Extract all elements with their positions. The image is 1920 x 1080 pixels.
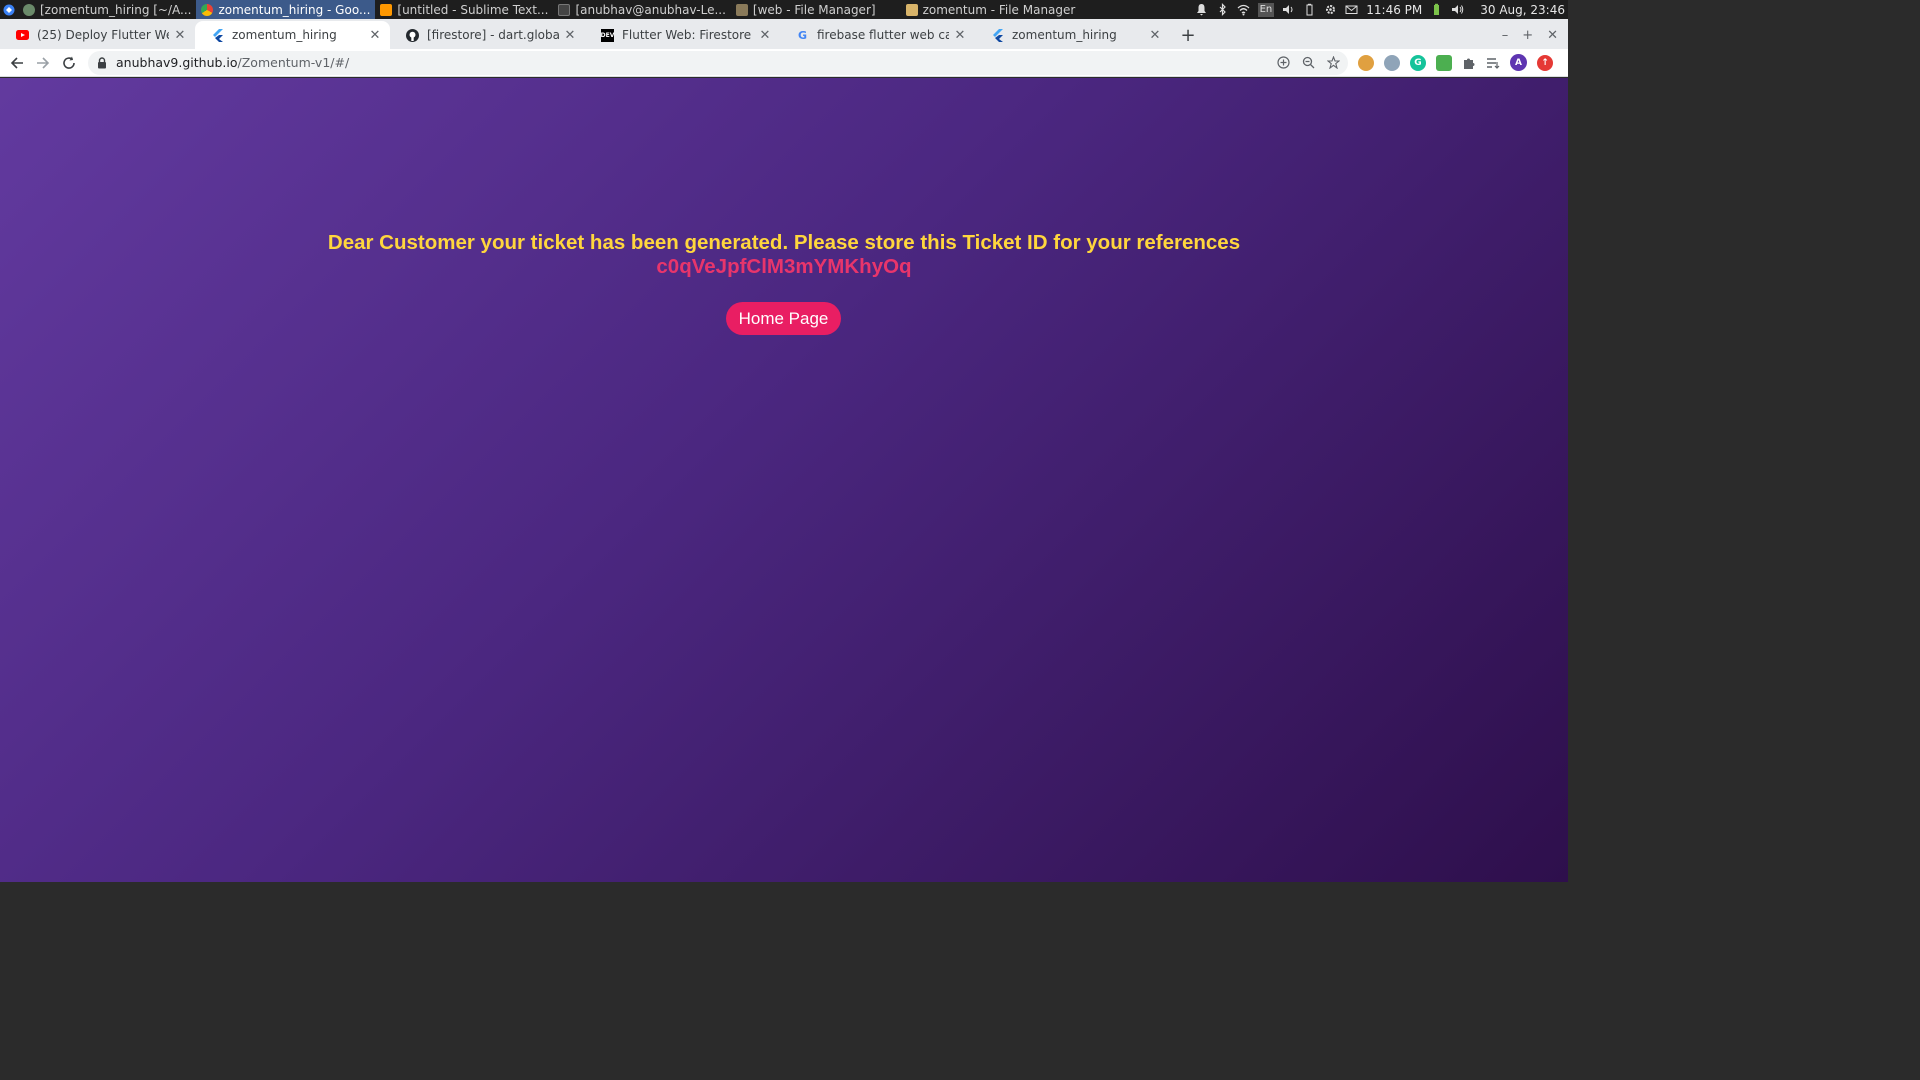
bookmark-star-icon[interactable] [1327,56,1340,69]
reading-list-icon[interactable] [1486,56,1500,70]
ticket-id: c0qVeJpfClM3mYMKhyOq [656,255,912,278]
bluetooth-icon[interactable] [1216,3,1229,16]
dev-icon: DEV [601,28,614,42]
new-tab-button[interactable]: + [1174,21,1202,49]
tab-title: [firestore] - dart.global.fire [427,28,559,42]
task-label: [web - File Manager] [752,2,876,17]
forward-button[interactable] [30,50,56,76]
folder-icon [905,3,918,16]
lock-icon[interactable] [96,56,108,69]
wifi-icon[interactable] [1237,3,1250,16]
github-icon [406,28,419,42]
taskbar-task[interactable]: [anubhav@anubhav-Le... [553,0,730,19]
puzzle-extensions-icon[interactable] [1462,56,1476,70]
tab-title: Flutter Web: Firestore CRU [622,28,754,42]
bell-icon[interactable] [1195,3,1208,16]
task-label: [anubhav@anubhav-Le... [575,2,726,17]
task-label: [zomentum_hiring [~/A... [40,2,192,17]
browser-tab-active[interactable]: zomentum_hiring ✕ [195,21,390,49]
close-icon[interactable]: ✕ [953,28,967,43]
mail-icon[interactable] [1345,3,1358,16]
close-window-icon[interactable]: ✕ [1547,28,1558,43]
back-arrow-icon [10,56,23,69]
flutter-icon [211,28,224,42]
url-path: /Zomentum-v1/#/ [237,55,350,70]
browser-tab[interactable]: DEV Flutter Web: Firestore CRU ✕ [585,21,780,49]
close-icon[interactable]: ✕ [563,28,577,43]
close-icon[interactable]: ✕ [1148,28,1162,43]
taskbar-task[interactable]: [web - File Manager] [731,0,881,19]
confirmation-message: Dear Customer your ticket has been gener… [327,231,1241,254]
tab-title: firebase flutter web cannot [817,28,949,42]
youtube-icon [16,29,29,42]
taskbar-task[interactable]: zomentum - File Manager [901,0,1081,19]
window-controls: – + ✕ [1502,21,1568,49]
update-icon[interactable]: ↑ [1537,54,1553,71]
tab-title: (25) Deploy Flutter Web on [37,28,169,42]
close-icon[interactable]: ✕ [758,28,772,43]
sublime-icon [380,3,393,16]
close-icon[interactable]: ✕ [368,28,382,43]
chrome-icon [201,3,214,16]
speaker-icon[interactable] [1451,3,1464,16]
browser-tab[interactable]: (25) Deploy Flutter Web on ✕ [0,21,195,49]
browser-tab-strip: (25) Deploy Flutter Web on ✕ zomentum_hi… [0,19,1568,49]
clock-date[interactable]: 30 Aug, 23:46 [1480,3,1565,17]
close-icon[interactable]: ✕ [173,28,187,43]
browser-toolbar: anubhav9.github.io/Zomentum-v1/#/ G A ↑ [0,49,1568,77]
task-label: zomentum - File Manager [922,2,1076,17]
tab-title: zomentum_hiring [232,28,337,42]
zoom-icon[interactable] [1302,56,1315,69]
profile-avatar[interactable]: A [1510,54,1527,71]
forward-arrow-icon [37,56,50,69]
clock-time[interactable]: 11:46 PM [1366,3,1422,17]
keyboard-layout-indicator[interactable]: En [1257,2,1275,17]
minimize-icon[interactable]: – [1502,28,1509,43]
page-content: Dear Customer your ticket has been gener… [0,78,1568,882]
battery-level-icon[interactable] [1430,3,1443,16]
system-tray: En 11:46 PM 30 Aug, 23:46 [1195,2,1568,17]
address-bar[interactable]: anubhav9.github.io/Zomentum-v1/#/ [88,50,1348,75]
cookie-extension-icon[interactable] [1358,54,1374,71]
url-host: anubhav9.github.io [116,55,238,70]
home-page-button[interactable]: Home Page [726,302,841,335]
volume-icon[interactable] [1282,3,1295,16]
app-icon [23,3,35,16]
google-icon: G [797,28,808,42]
extension-icon[interactable] [1436,54,1452,71]
folder-icon [735,3,748,16]
browser-tab[interactable]: G firebase flutter web cannot ✕ [780,21,975,49]
flutter-icon [991,28,1004,42]
task-label: [untitled - Sublime Text... [397,2,549,17]
extension-icon[interactable] [1384,54,1400,71]
browser-tab[interactable]: [firestore] - dart.global.fire ✕ [390,21,585,49]
grammarly-icon[interactable]: G [1410,54,1426,71]
tab-title: zomentum_hiring [1012,28,1117,42]
taskbar-task[interactable]: [zomentum_hiring [~/A... [18,0,196,19]
os-taskbar: [zomentum_hiring [~/A... zomentum_hiring… [0,0,1568,19]
start-menu-icon[interactable] [0,0,18,19]
taskbar-task[interactable]: [untitled - Sublime Text... [375,0,553,19]
reload-button[interactable] [56,50,82,76]
battery-icon[interactable] [1303,3,1316,16]
maximize-icon[interactable]: + [1522,28,1533,43]
browser-tab[interactable]: zomentum_hiring ✕ [975,21,1170,49]
terminal-icon [558,3,571,16]
task-label: zomentum_hiring - Goo... [218,2,371,17]
extensions-area: G A ↑ [1358,54,1553,71]
install-app-icon[interactable] [1277,56,1290,69]
reload-icon [63,56,75,69]
taskbar-task-active[interactable]: zomentum_hiring - Goo... [196,0,376,19]
settings-icon[interactable] [1324,3,1337,16]
back-button[interactable] [4,50,30,76]
